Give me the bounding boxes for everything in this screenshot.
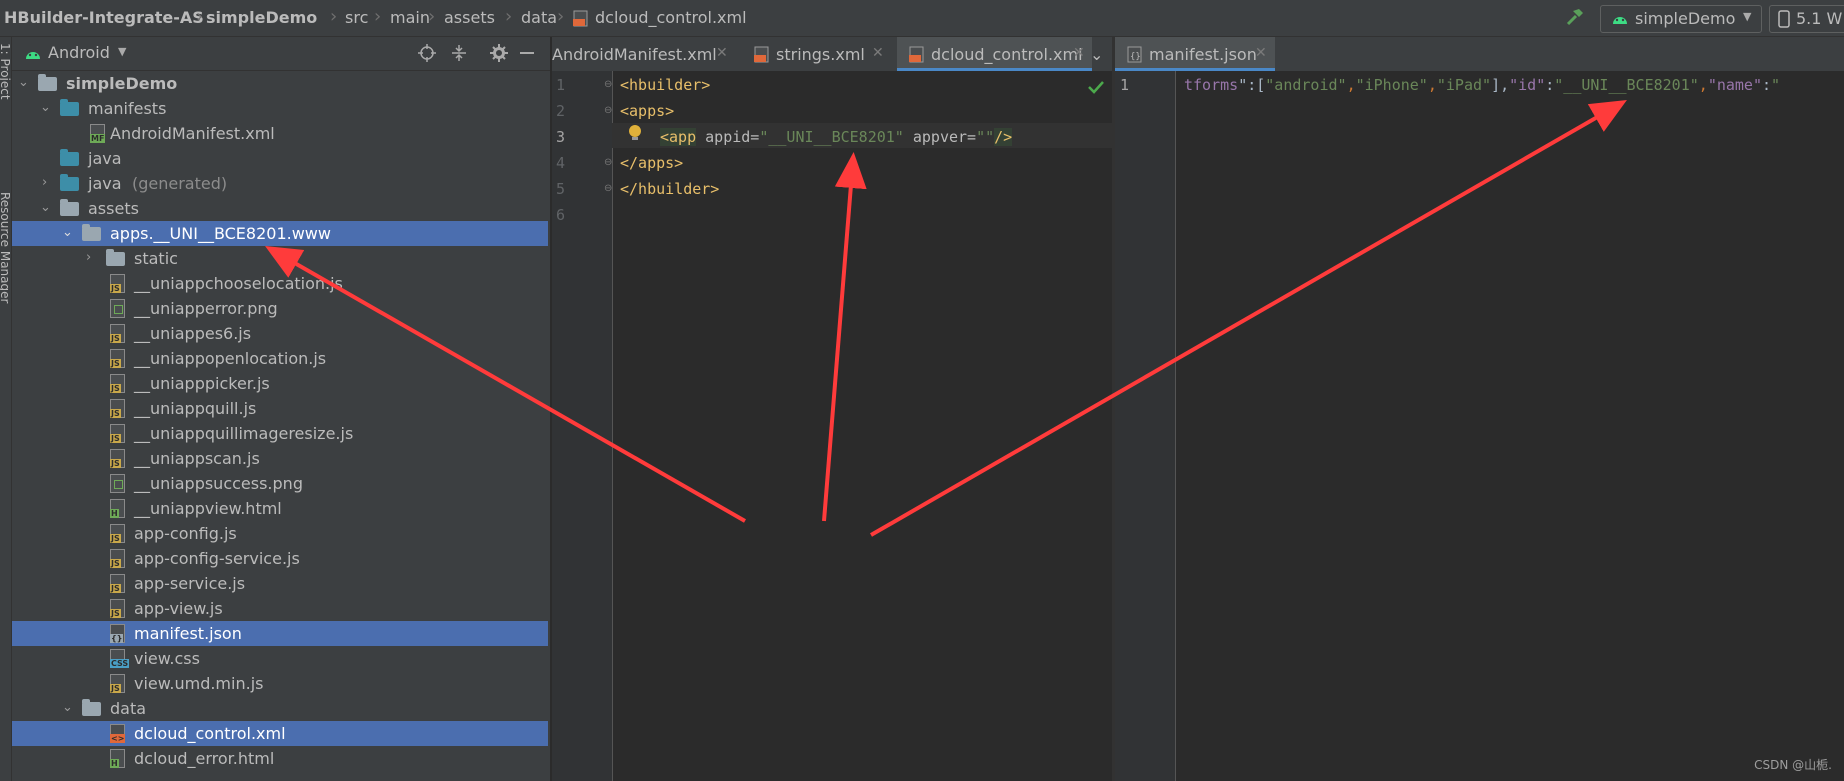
annotation-arrow-appid	[822, 152, 867, 522]
annotation-arrow-folder	[265, 246, 746, 523]
annotation-arrows	[265, 100, 1627, 537]
annotation-arrow-manifest-id	[870, 100, 1627, 537]
watermark: CSDN @山栀.	[1754, 758, 1832, 772]
